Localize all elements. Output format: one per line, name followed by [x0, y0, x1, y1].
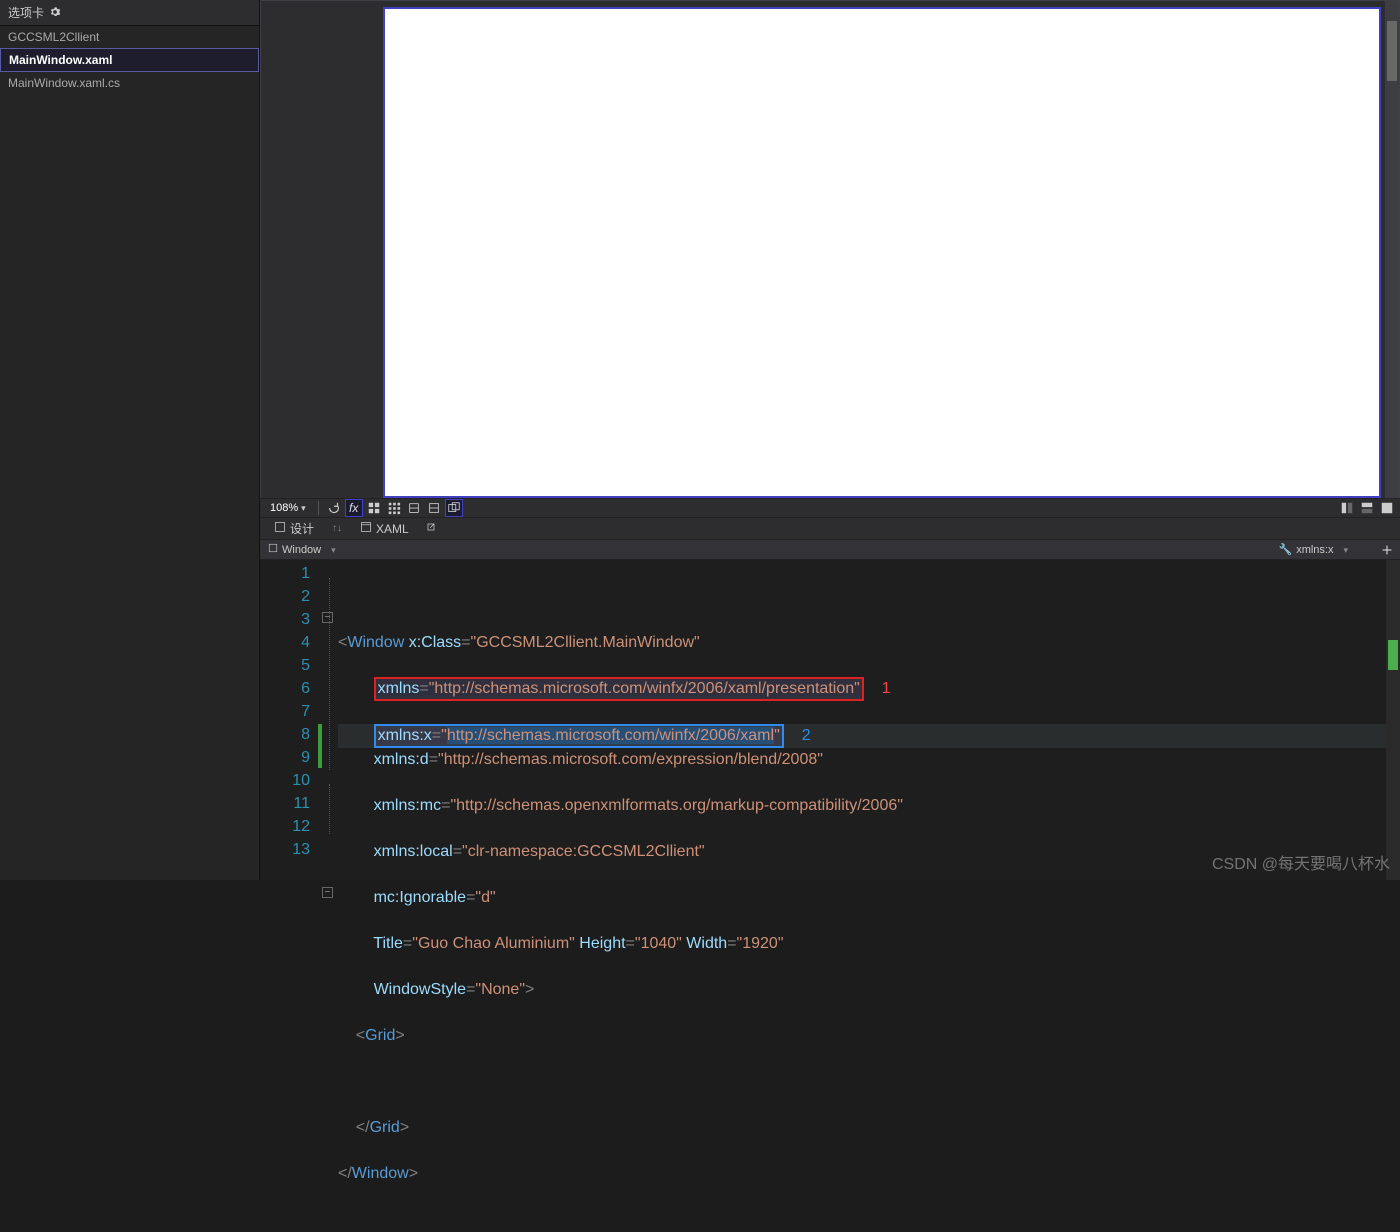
annotation-2: 2: [802, 727, 811, 744]
xaml-tab-icon: [360, 521, 372, 536]
divider: [318, 501, 319, 515]
swap-icon[interactable]: ↑↓: [326, 523, 348, 534]
design-view[interactable]: [260, 0, 1400, 498]
element-icon: [268, 543, 278, 556]
popout-icon[interactable]: [425, 521, 437, 536]
xaml-tab[interactable]: XAML: [354, 519, 415, 538]
effects-icon[interactable]: fx: [345, 499, 363, 517]
design-tab-icon: [274, 521, 286, 536]
split-add-icon[interactable]: [1378, 541, 1396, 559]
code-text[interactable]: − − <Window x:Class="GCCSML2Cllient.Main…: [320, 560, 1400, 880]
breadcrumb-member-label: xmlns:x: [1296, 544, 1333, 556]
zoom-dropdown[interactable]: 108%: [264, 502, 312, 514]
wrench-icon: 🔧: [1278, 543, 1292, 556]
content-area: 108% fx 设计 ↑↓ XAML: [260, 0, 1400, 880]
design-tab-label: 设计: [290, 520, 314, 537]
fold-icon[interactable]: −: [322, 612, 333, 623]
refresh-icon[interactable]: [325, 499, 343, 517]
tool-icon-2[interactable]: [445, 499, 463, 517]
layout-vert-icon[interactable]: [1338, 499, 1356, 517]
gear-icon[interactable]: [50, 6, 60, 20]
grid-icon[interactable]: [365, 499, 383, 517]
sidebar-item-cs[interactable]: MainWindow.xaml.cs: [0, 72, 259, 94]
sidebar-header: 选项卡: [0, 0, 259, 26]
code-scrollbar[interactable]: [1386, 560, 1400, 880]
sidebar: 选项卡 GCCSML2Cllient MainWindow.xaml MainW…: [0, 0, 260, 880]
breadcrumb-member[interactable]: 🔧 xmlns:x: [1278, 543, 1372, 556]
annotation-1: 1: [882, 680, 891, 697]
xaml-tab-label: XAML: [376, 522, 409, 536]
layout-full-icon[interactable]: [1378, 499, 1396, 517]
tool-icon-1[interactable]: [425, 499, 443, 517]
breadcrumb-element-label: Window: [282, 544, 321, 556]
design-tab[interactable]: 设计: [268, 518, 320, 539]
layout-horiz-icon[interactable]: [1358, 499, 1376, 517]
breadcrumb-bar: Window 🔧 xmlns:x: [260, 540, 1400, 560]
sidebar-title: 选项卡: [8, 4, 44, 21]
snap-lines-icon[interactable]: [405, 499, 423, 517]
sidebar-item-xaml[interactable]: MainWindow.xaml: [0, 48, 259, 72]
breadcrumb-element[interactable]: Window: [268, 543, 1272, 556]
design-toolbar: 108% fx: [260, 498, 1400, 518]
fold-icon[interactable]: −: [322, 887, 333, 898]
code-editor[interactable]: 1 2 3 4 5 6 7 8 9 10 11 12 13 − −: [260, 560, 1400, 880]
design-scrollbar[interactable]: [1385, 1, 1399, 498]
sidebar-item-project[interactable]: GCCSML2Cllient: [0, 26, 259, 48]
snap-grid-icon[interactable]: [385, 499, 403, 517]
line-gutter: 1 2 3 4 5 6 7 8 9 10 11 12 13: [260, 560, 320, 880]
design-canvas[interactable]: [383, 7, 1381, 498]
split-header: 设计 ↑↓ XAML: [260, 518, 1400, 540]
change-indicator: [318, 724, 322, 768]
